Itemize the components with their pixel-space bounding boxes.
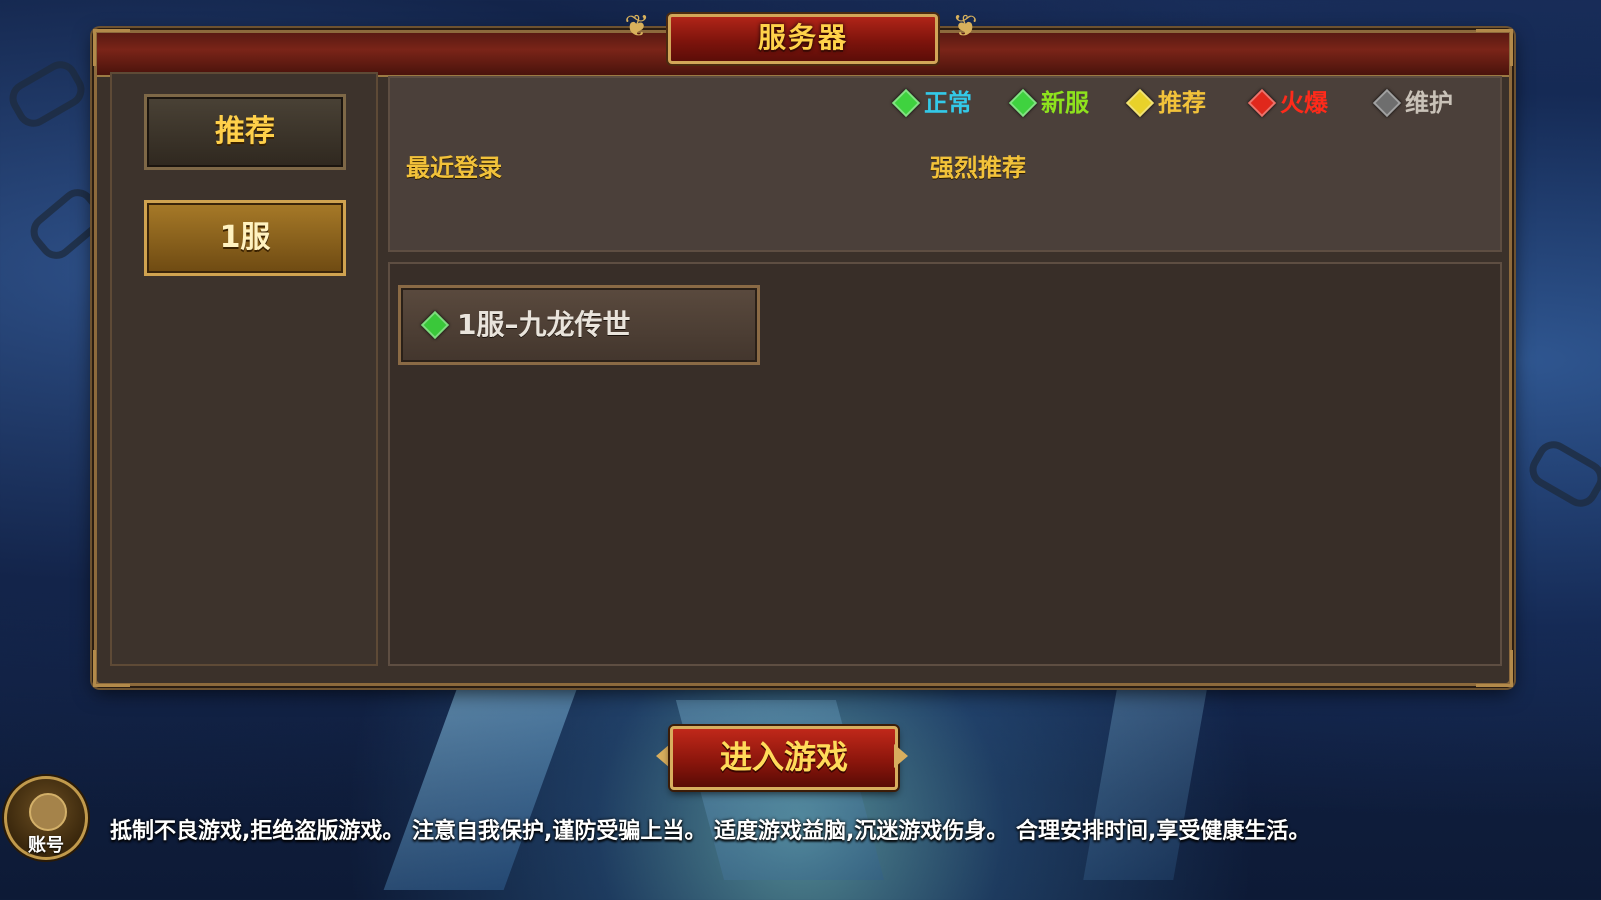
- background-crystal: [383, 690, 577, 890]
- panel-corner-ornament: [93, 29, 130, 66]
- legend-label: 维护: [1405, 89, 1453, 117]
- dragon-ornament-icon: ❦: [624, 9, 650, 44]
- background-chain: [1522, 434, 1601, 514]
- server-item-1[interactable]: 1服–九龙传世: [398, 285, 760, 365]
- background-chain: [2, 54, 92, 134]
- server-name: 1服–九龙传世: [457, 308, 631, 341]
- enter-game-button[interactable]: 进入游戏: [670, 726, 898, 790]
- account-button[interactable]: 账号: [4, 776, 88, 860]
- arrow-right-ornament-icon: [894, 744, 908, 768]
- account-label: 账号: [28, 835, 64, 856]
- account-avatar-icon: [29, 793, 67, 831]
- dragon-ornament-icon: ❦: [952, 9, 978, 44]
- page-title: 服务器: [668, 14, 938, 64]
- tab-recommended[interactable]: 推荐: [144, 94, 346, 170]
- status-diamond-icon: [420, 310, 450, 340]
- legend-label: 火爆: [1280, 89, 1328, 117]
- recent-login-label: 最近登录: [406, 154, 502, 182]
- strong-recommend-label: 强烈推荐: [930, 154, 1026, 182]
- tab-server-1[interactable]: 1服: [144, 200, 346, 276]
- health-gaming-notice: 抵制不良游戏,拒绝盗版游戏。 注意自我保护,谨防受骗上当。 适度游戏益脑,沉迷游…: [110, 819, 1311, 844]
- panel-corner-ornament: [1476, 29, 1513, 66]
- legend-label: 正常: [924, 89, 972, 117]
- legend-label: 新服: [1041, 89, 1089, 117]
- arrow-left-ornament-icon: [656, 744, 670, 768]
- background-crystal: [1083, 690, 1207, 880]
- legend-label: 推荐: [1158, 89, 1206, 117]
